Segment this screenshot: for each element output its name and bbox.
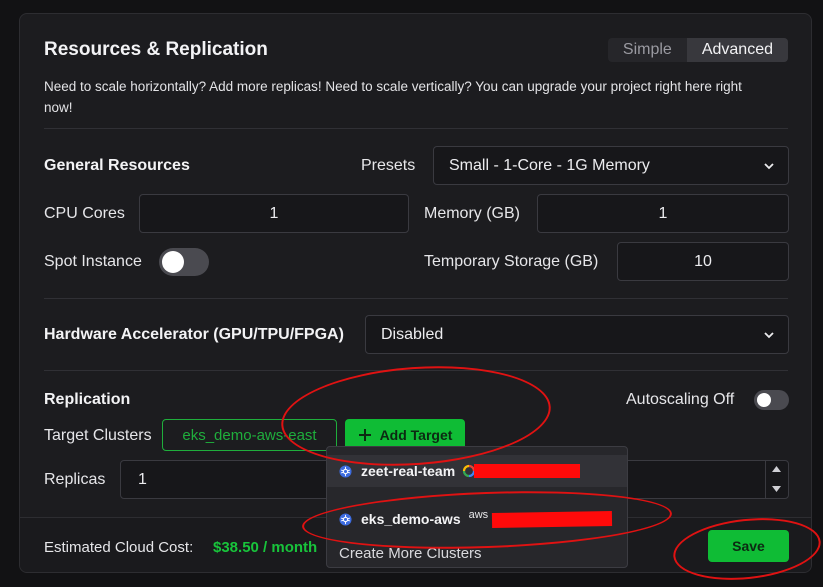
spot-instance-toggle[interactable] <box>159 248 209 276</box>
kubernetes-icon <box>339 464 352 478</box>
presets-label: Presets <box>361 157 416 174</box>
autoscaling-toggle[interactable] <box>754 390 789 410</box>
chevron-down-icon <box>764 331 774 338</box>
divider <box>44 128 788 129</box>
replicas-label: Replicas <box>44 471 106 488</box>
cpu-cores-label: CPU Cores <box>44 205 125 222</box>
mode-advanced-tab[interactable]: Advanced <box>686 38 788 62</box>
page-title: Resources & Replication <box>44 39 268 60</box>
replicas-stepper[interactable] <box>765 461 788 498</box>
target-clusters-label: Target Clusters <box>44 427 152 444</box>
estimated-cost-value: $38.50 / month <box>213 539 318 556</box>
autoscaling-label: Autoscaling Off <box>626 391 735 408</box>
general-resources-heading: General Resources <box>44 157 190 174</box>
temporary-storage-input[interactable]: 10 <box>617 242 789 281</box>
hardware-accelerator-select[interactable]: Disabled <box>365 315 789 354</box>
temporary-storage-label: Temporary Storage (GB) <box>424 253 599 270</box>
section-description: Need to scale horizontally? Add more rep… <box>44 79 742 115</box>
presets-select[interactable]: Small - 1-Core - 1G Memory <box>433 146 789 185</box>
redaction-mark <box>474 464 581 478</box>
spot-instance-label: Spot Instance <box>44 253 142 270</box>
memory-input[interactable]: 1 <box>537 194 789 233</box>
mode-toggle: Simple Advanced <box>607 38 788 62</box>
replication-heading: Replication <box>44 391 131 408</box>
chevron-down-icon <box>764 162 774 169</box>
toggle-knob <box>162 251 184 273</box>
cpu-cores-input[interactable]: 1 <box>139 194 409 233</box>
stepper-up-icon[interactable] <box>771 465 782 473</box>
estimated-cost-label: Estimated Cloud Cost: <box>44 539 194 556</box>
stepper-down-icon[interactable] <box>771 485 782 493</box>
memory-label: Memory (GB) <box>424 205 520 222</box>
presets-value: Small - 1-Core - 1G Memory <box>449 156 650 174</box>
mode-simple-tab[interactable]: Simple <box>608 38 687 62</box>
divider <box>44 298 788 299</box>
replicas-value: 1 <box>138 470 147 488</box>
hardware-accelerator-label: Hardware Accelerator (GPU/TPU/FPGA) <box>44 326 344 343</box>
hardware-accelerator-value: Disabled <box>381 325 444 343</box>
toggle-knob <box>757 393 771 407</box>
